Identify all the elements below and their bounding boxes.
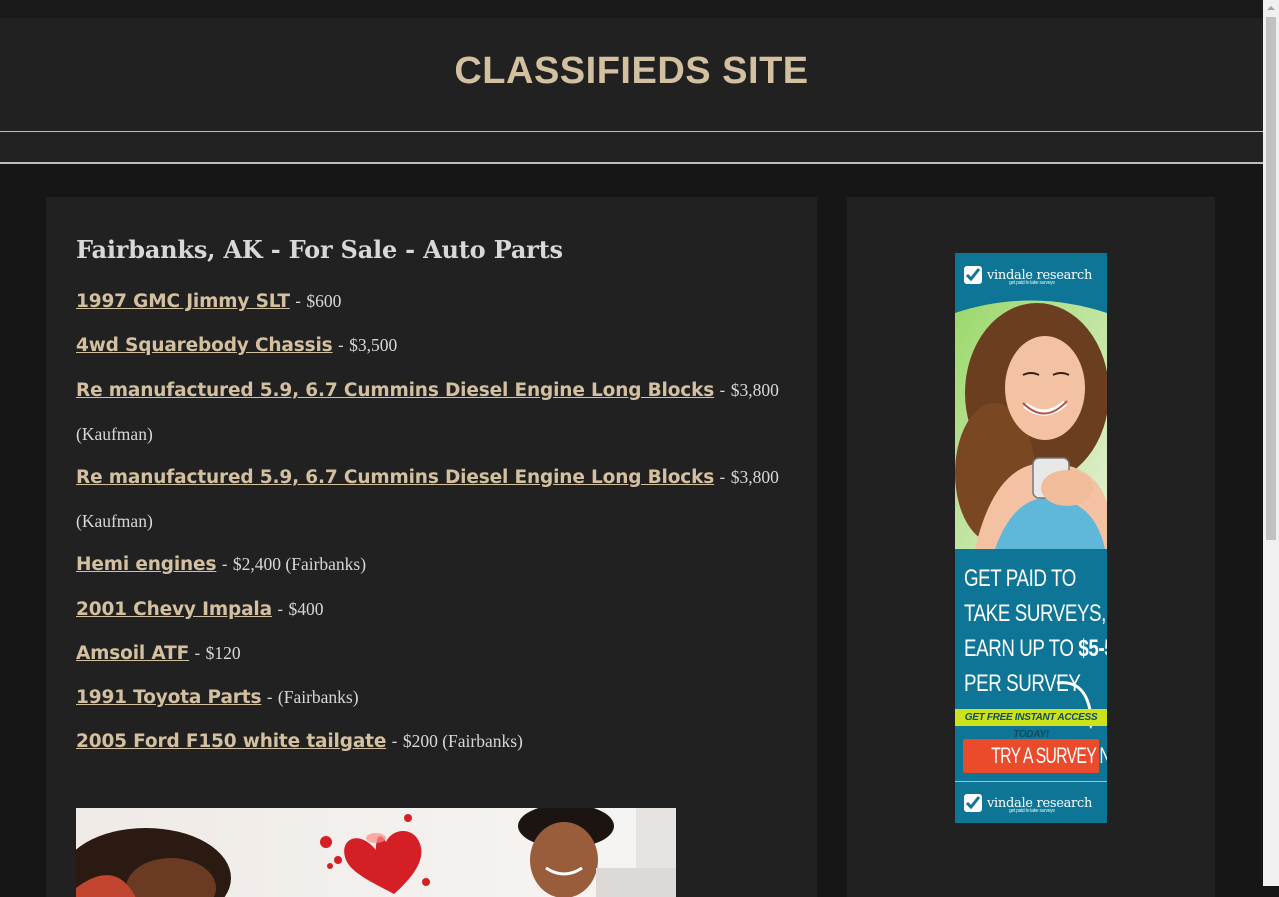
listing-item: Hemi engines - $2,400 (Fairbanks) (76, 553, 366, 576)
listing-info: (Fairbanks) (277, 687, 359, 707)
listing-link[interactable]: 4wd Squarebody Chassis (76, 335, 333, 356)
listing-info: $3,800 (730, 467, 779, 487)
listing-separator: - (714, 468, 731, 488)
listing-separator: - (261, 688, 278, 708)
sidebar: vindale research get paid to take survey… (847, 197, 1215, 897)
listing-item: Re manufactured 5.9, 6.7 Cummins Diesel … (76, 379, 779, 402)
ad-woman-photo (955, 300, 1107, 549)
listing-link[interactable]: 1997 GMC Jimmy SLT (76, 291, 290, 312)
site-header: CLASSIFIEDS SITE (0, 18, 1263, 131)
listing-info: $3,500 (349, 335, 398, 355)
vindale-check-logo-icon (964, 266, 982, 284)
vertical-scrollbar[interactable] (1263, 0, 1279, 886)
listing-link[interactable]: 1991 Toyota Parts (76, 687, 261, 708)
listing-item: Re manufactured 5.9, 6.7 Cummins Diesel … (76, 466, 779, 489)
nav-divider (0, 162, 1263, 164)
ad-headline-amount: $5-50 (1078, 635, 1107, 662)
listing-location: (Kaufman) (76, 511, 153, 531)
listing-item: 2005 Ford F150 white tailgate - $200 (Fa… (76, 730, 523, 753)
ad-headline-text: EARN UP TO (964, 635, 1074, 662)
ad-green-banner: GET FREE INSTANT ACCESS TODAY! (955, 709, 1107, 740)
top-strip (0, 0, 1263, 18)
site-title[interactable]: CLASSIFIEDS SITE (0, 51, 1263, 91)
cta-label: TRY A SURVEY NOW (991, 743, 1107, 768)
bottom-ad-image[interactable] (76, 808, 676, 897)
ad-divider (955, 781, 1107, 782)
ad-tagline: get paid to take surveys (1009, 808, 1055, 814)
listing-info: $120 (205, 643, 241, 663)
listing-link[interactable]: Hemi engines (76, 554, 216, 575)
listing-item: 1997 GMC Jimmy SLT - $600 (76, 290, 341, 313)
listing-link[interactable]: Re manufactured 5.9, 6.7 Cummins Diesel … (76, 467, 714, 488)
listing-separator: - (289, 292, 307, 312)
listing-separator: - (332, 336, 350, 356)
listing-info: $600 (306, 291, 342, 311)
survey-ad-banner[interactable]: vindale research get paid to take survey… (955, 253, 1107, 823)
listing-info: $400 (288, 599, 324, 619)
listing-item: 1991 Toyota Parts - (Fairbanks) (76, 686, 359, 709)
listing-link[interactable]: 2005 Ford F150 white tailgate (76, 731, 386, 752)
scroll-up-arrow-icon[interactable] (1263, 0, 1279, 16)
main-content: Fairbanks, AK - For Sale - Auto Parts 19… (46, 197, 817, 897)
page-heading: Fairbanks, AK - For Sale - Auto Parts (76, 235, 563, 264)
listing-separator: - (714, 381, 731, 401)
try-survey-button[interactable]: TRY A SURVEY NOW (963, 739, 1107, 773)
listing-info: $3,800 (730, 380, 779, 400)
ad-headline-line: TAKE SURVEYS, (964, 600, 1106, 627)
vindale-logo-bottom: vindale research get paid to take survey… (963, 791, 1092, 815)
listing-separator: - (216, 555, 233, 575)
listing-item: Amsoil ATF - $120 (76, 642, 241, 665)
listing-info: $2,400 (Fairbanks) (232, 554, 367, 574)
listing-separator: - (271, 600, 289, 620)
listing-separator: - (386, 732, 403, 752)
vindale-logo: vindale research get paid to take survey… (963, 263, 1092, 287)
listing-item: 2001 Chevy Impala - $400 (76, 598, 324, 621)
nav-bar (0, 132, 1263, 162)
ad-headline-line: GET PAID TO (964, 565, 1076, 592)
scrollbar-thumb[interactable] (1266, 17, 1276, 540)
listing-location: (Kaufman) (76, 424, 153, 444)
ad-tagline: get paid to take surveys (1009, 280, 1055, 286)
vindale-check-logo-icon (964, 794, 982, 812)
ad-photo (76, 808, 676, 897)
listing-link[interactable]: Amsoil ATF (76, 643, 189, 664)
listing-link[interactable]: 2001 Chevy Impala (76, 599, 272, 620)
ad-headline-line: EARN UP TO $5-50 (964, 631, 1107, 666)
listing-info: $200 (Fairbanks) (402, 731, 523, 751)
listing-link[interactable]: Re manufactured 5.9, 6.7 Cummins Diesel … (76, 380, 714, 401)
listing-item: 4wd Squarebody Chassis - $3,500 (76, 334, 397, 357)
listing-separator: - (189, 644, 206, 664)
